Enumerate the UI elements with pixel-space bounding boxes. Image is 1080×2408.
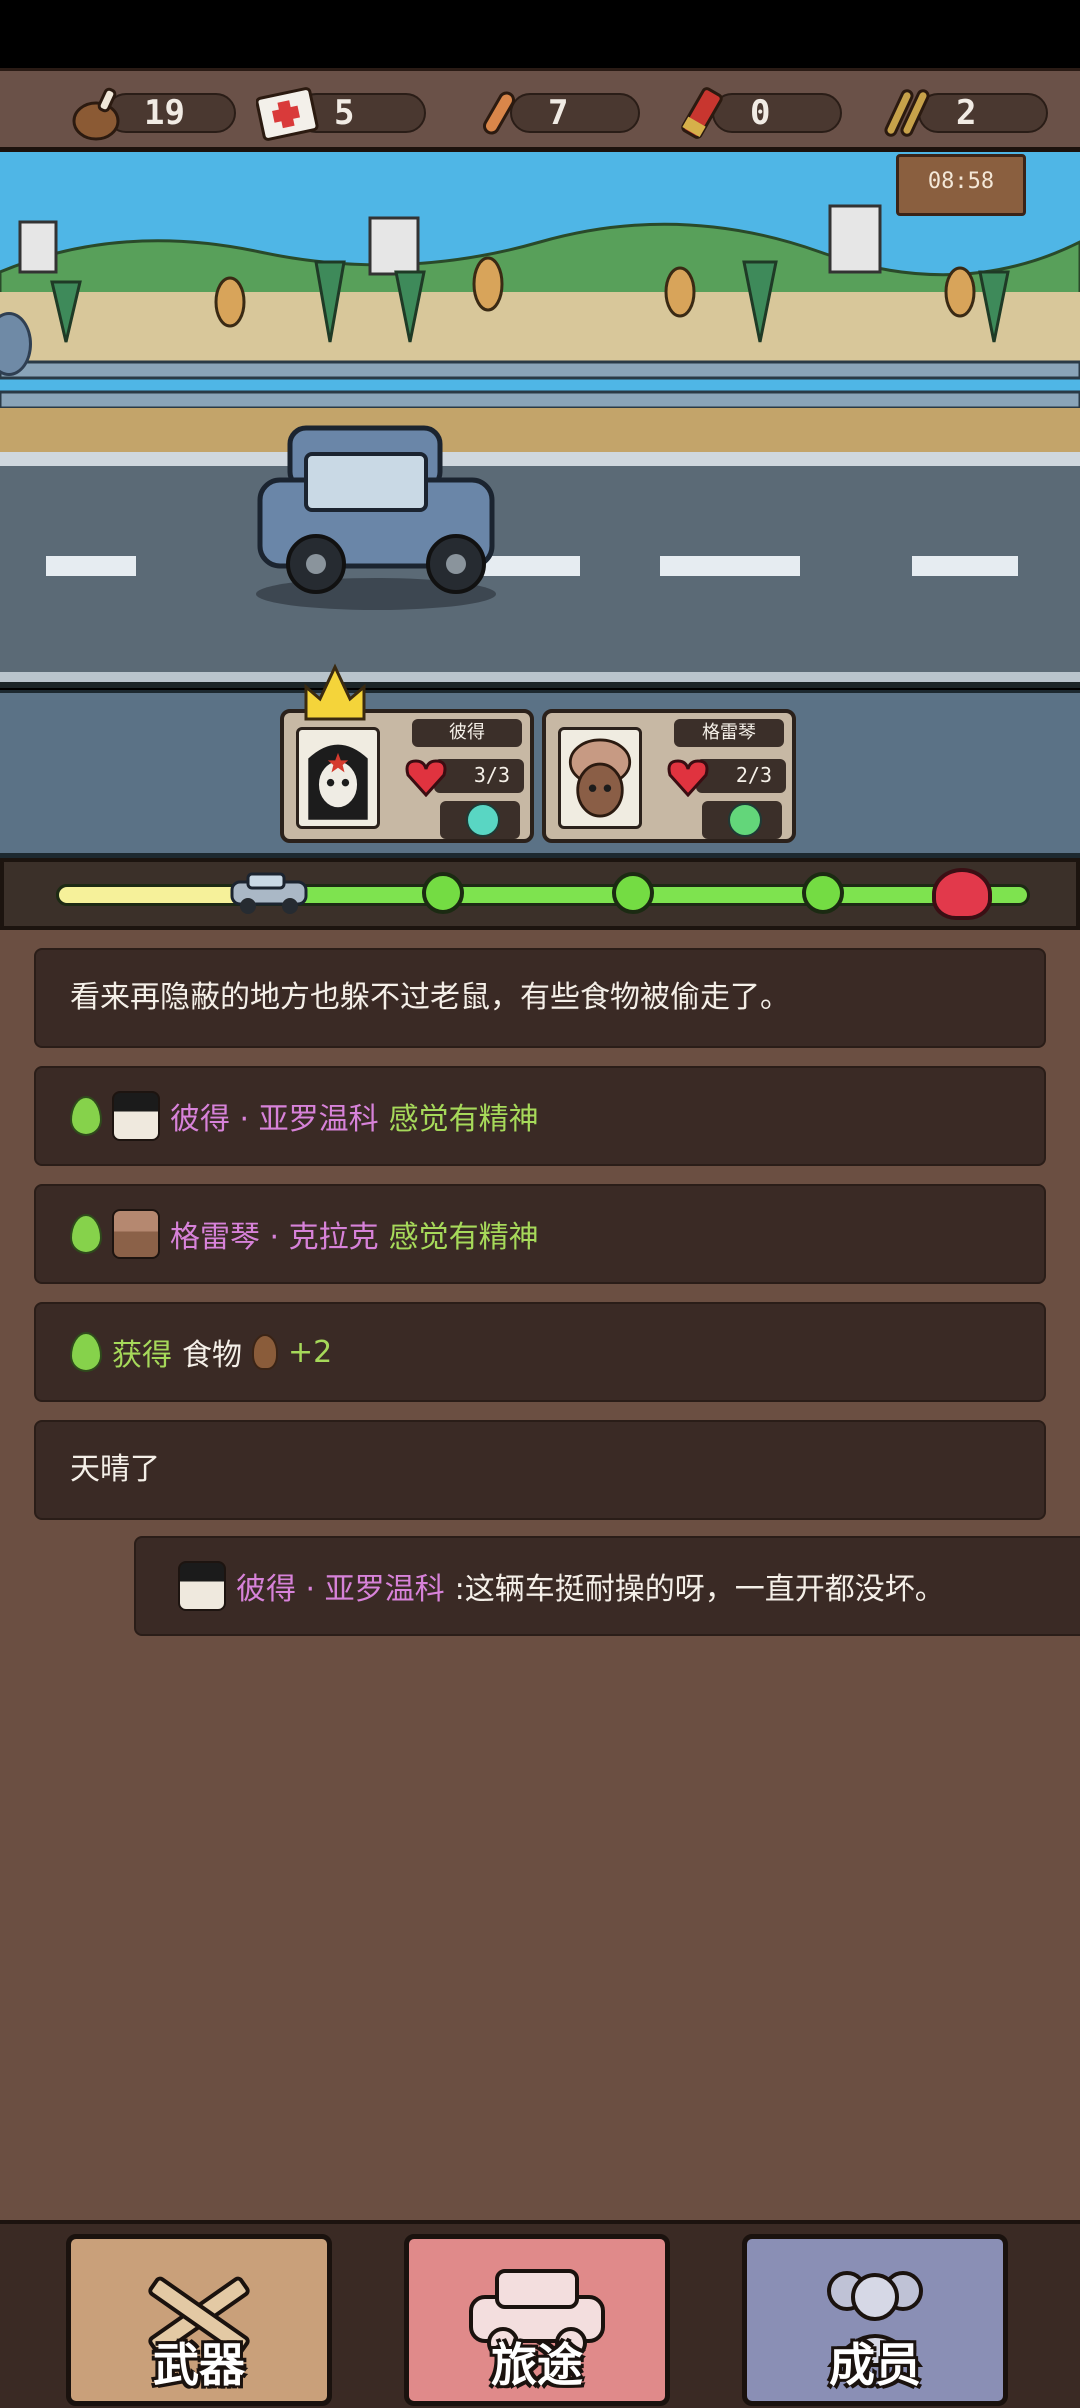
journey-progress	[0, 858, 1080, 930]
checkpoint-node	[802, 872, 844, 914]
bulb-icon	[70, 1214, 102, 1254]
car-icon	[256, 425, 496, 610]
bulb-icon	[70, 1096, 102, 1136]
bullet-icon	[483, 91, 515, 135]
nav-members-button[interactable]: 成员	[742, 2234, 1008, 2406]
checkpoint-node	[612, 872, 654, 914]
avatar	[112, 1209, 160, 1259]
log-entry: 格雷琴 · 克拉克 感觉有精神	[34, 1184, 1046, 1284]
medkit-icon	[256, 87, 319, 141]
avatar-turban	[568, 738, 632, 818]
member-card-gretchen[interactable]: 格雷琴 2/3	[542, 709, 796, 843]
event-log[interactable]: 看来再隐蔽的地方也躲不过老鼠，有些食物被偷走了。 彼得 · 亚罗温科 感觉有精神…	[0, 930, 1080, 2220]
avatar	[112, 1091, 160, 1141]
smile-face-icon	[728, 803, 762, 837]
time-display: 08:58	[927, 169, 995, 194]
heart-icon	[405, 759, 447, 797]
hp-value: 2/3	[735, 763, 772, 787]
log-entry: 看来再隐蔽的地方也躲不过老鼠，有些食物被偷走了。	[34, 948, 1046, 1048]
nav-weapons-button[interactable]: 武器	[66, 2234, 332, 2406]
neutral-face-icon	[466, 803, 500, 837]
bulb-icon	[70, 1332, 102, 1372]
meat-icon	[72, 87, 120, 141]
member-name: 彼得	[412, 719, 522, 747]
mini-car-icon	[230, 872, 308, 914]
nav-journey-button[interactable]: 旅途	[404, 2234, 670, 2406]
status-bar	[0, 0, 1080, 68]
landscape-illustration	[0, 204, 1080, 682]
avatar	[178, 1561, 226, 1611]
time-board: 08:58	[896, 154, 1026, 216]
avatar	[296, 727, 380, 829]
avatar	[558, 727, 642, 829]
crown-icon	[304, 663, 366, 721]
resource-bar: 19 5 7 0 2	[0, 68, 1080, 152]
member-name: 格雷琴	[674, 719, 784, 747]
avatar-black-hair	[308, 744, 368, 820]
mood-box	[702, 801, 782, 839]
rifle-ammo-icon	[884, 89, 930, 137]
log-entry: 天晴了	[34, 1420, 1046, 1520]
mood-box	[440, 801, 520, 839]
meat-icon	[252, 1334, 278, 1370]
member-card-peter[interactable]: 彼得 3/3	[280, 663, 534, 843]
bottom-nav: 武器 旅途 成员	[0, 2220, 1080, 2408]
road-scene: 08:58	[0, 152, 1080, 688]
hp-value: 3/3	[473, 763, 510, 787]
checkpoint-node	[422, 872, 464, 914]
team-panel: 彼得 3/3 格雷琴 2/3	[0, 663, 1080, 858]
skull-icon	[932, 868, 992, 920]
log-entry: 彼得 · 亚罗温科 感觉有精神	[34, 1066, 1046, 1166]
shotgun-shell-icon	[681, 87, 723, 139]
progress-fill	[56, 884, 246, 906]
log-entry: 获得 食物 +2	[34, 1302, 1046, 1402]
dialog-entry: 彼得 · 亚罗温科 :这辆车挺耐操的呀，一直开都没坏。	[134, 1536, 1080, 1636]
heart-icon	[667, 759, 709, 797]
